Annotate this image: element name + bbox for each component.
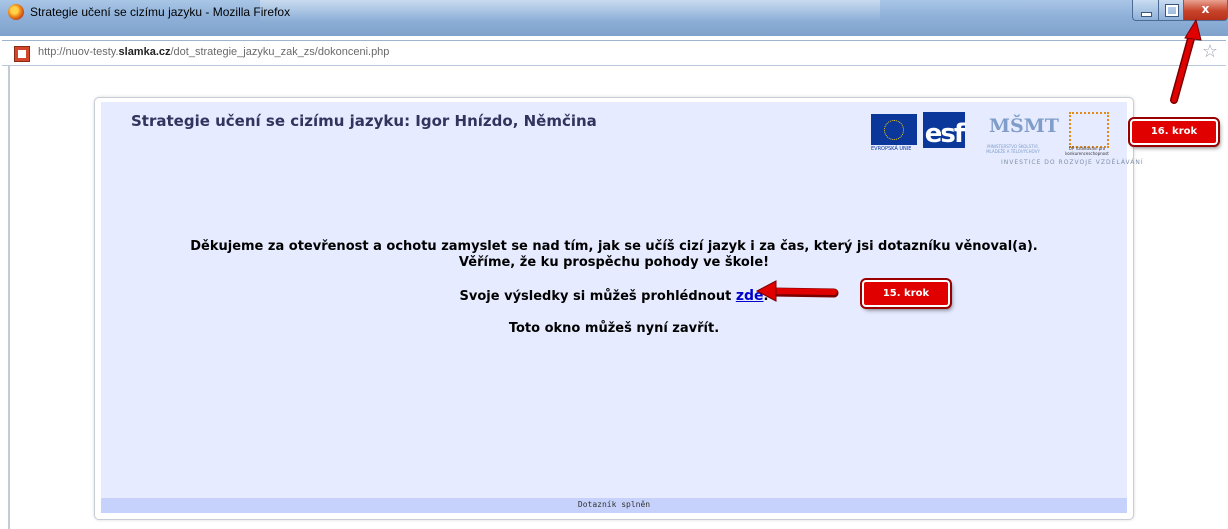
window-title: Strategie učení se cizímu jazyku - Mozil… (30, 5, 291, 19)
url-prefix: http://nuov-testy. (38, 46, 119, 58)
eu-flag-logo (871, 114, 917, 145)
esf-logo: esf (923, 112, 965, 149)
close-icon: x (1201, 2, 1210, 16)
step-15-callout: 15. krok (860, 278, 952, 309)
address-bar[interactable]: http://nuov-testy.slamka.cz/dot_strategi… (2, 40, 1226, 66)
close-window-hint: Toto okno můžeš nyní zavřít. (508, 321, 720, 336)
op-vk-logo (1069, 112, 1109, 148)
eu-logo-caption: EVROPSKÁ UNIE (871, 146, 912, 152)
maximize-button[interactable] (1158, 0, 1184, 21)
minimize-icon (1141, 12, 1152, 17)
investice-tagline: INVESTICE DO ROZVOJE VZDĚLÁVÁNÍ (1001, 159, 1144, 166)
url-field[interactable]: http://nuov-testy.slamka.cz/dot_strategi… (38, 46, 389, 58)
results-link[interactable]: zde (736, 288, 764, 304)
status-footer: Dotazník splněn (101, 498, 1127, 513)
window-titlebar[interactable]: Strategie učení se cizímu jazyku - Mozil… (0, 0, 1228, 36)
results-suffix: . (763, 289, 769, 304)
maximize-icon (1165, 4, 1179, 17)
msmt-logo-caption: MINISTERSTVO ŠKOLSTVÍ, MLÁDEŽE A TĚLOVÝC… (986, 144, 1040, 154)
site-favicon-icon (14, 46, 30, 62)
msmt-logo: MŠMT (989, 115, 1059, 137)
url-path: /dot_strategie_jazyku_zak_zs/dokonceni.p… (170, 46, 390, 58)
thanks-message-2: Věříme, že ku prospěchu pohody ve škole! (458, 255, 770, 270)
close-window-button[interactable]: x (1183, 0, 1228, 21)
url-domain: slamka.cz (118, 46, 171, 58)
page-panel: Strategie učení se cizímu jazyku: Igor H… (94, 97, 1143, 520)
step-16-callout: 16. krok (1128, 117, 1220, 147)
content-side-border (8, 66, 10, 529)
results-message: Svoje výsledky si můžeš prohlédnout zde. (101, 288, 1127, 304)
logo-strip: EVROPSKÁ UNIE esf MŠMT MINISTERSTVO ŠKOL… (871, 106, 1143, 166)
bookmark-star-icon[interactable]: ☆ (1202, 42, 1218, 62)
page-title: Strategie učení se cizímu jazyku: Igor H… (131, 112, 597, 130)
thanks-message: Děkujeme za otevřenost a ochotu zamyslet… (190, 239, 1038, 254)
footer-status-text: Dotazník splněn (577, 500, 651, 509)
results-prefix: Svoje výsledky si můžeš prohlédnout (459, 289, 736, 304)
page-content: Strategie učení se cizímu jazyku: Igor H… (101, 102, 1143, 513)
op-vk-logo-caption: OP Vzdělávání pro konkurenceschopnost (1065, 146, 1109, 156)
titlebar-glass (260, 0, 880, 22)
firefox-icon (8, 4, 24, 20)
minimize-button[interactable] (1132, 0, 1159, 21)
